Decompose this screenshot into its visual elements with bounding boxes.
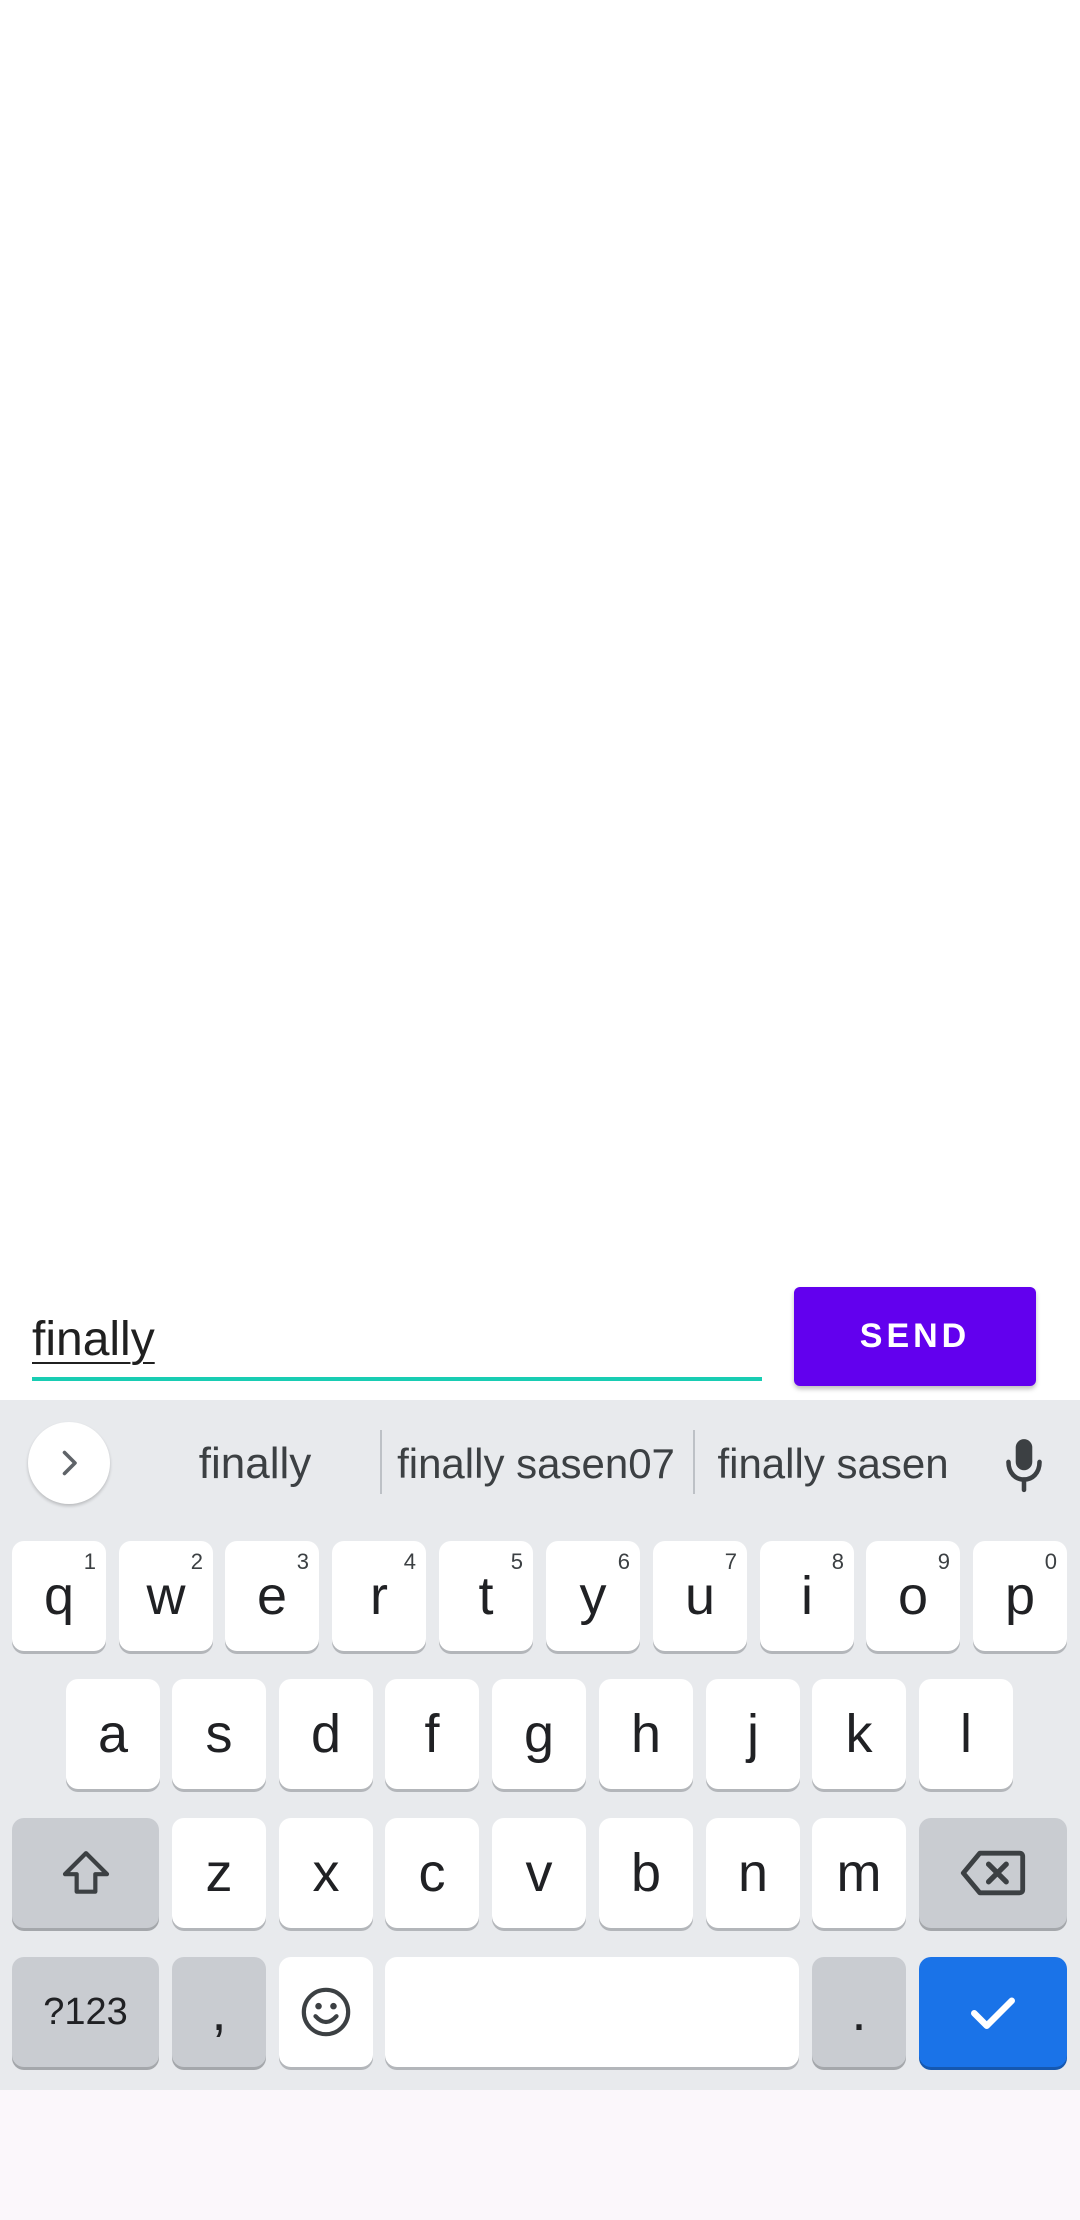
key-z[interactable]: z [172,1818,266,1928]
key-j[interactable]: j [706,1679,800,1789]
key-p[interactable]: p 0 [973,1541,1067,1651]
send-button[interactable]: SEND [794,1287,1036,1386]
emoji-key[interactable] [279,1957,373,2067]
key-i[interactable]: i 8 [760,1541,854,1651]
key-y[interactable]: y 6 [546,1541,640,1651]
key-label: p [1004,1566,1036,1626]
key-b[interactable]: b [599,1818,693,1928]
key-g[interactable]: g [492,1679,586,1789]
expand-toolbar-button[interactable] [28,1422,110,1504]
key-label: t [478,1566,494,1626]
message-composer: finally SEND [0,1270,1080,1400]
voice-input-button[interactable] [984,1428,1064,1500]
key-label: e [256,1566,288,1626]
period-key[interactable]: . [812,1957,906,2067]
key-u[interactable]: u 7 [653,1541,747,1651]
key-label: o [897,1566,929,1626]
key-e[interactable]: e 3 [225,1541,319,1651]
key-o[interactable]: o 9 [866,1541,960,1651]
backspace-key[interactable] [919,1818,1067,1928]
suggestion-divider [380,1430,382,1494]
key-label: w [146,1566,186,1626]
checkmark-icon [971,1997,1015,2029]
microphone-icon [1006,1439,1042,1493]
key-label: r [370,1566,388,1626]
comma-key[interactable]: , [172,1957,266,2067]
message-input-text: finally [32,1313,155,1366]
key-hint: 7 [724,1549,737,1574]
key-a[interactable]: a [66,1679,160,1789]
backspace-icon [960,1850,1026,1896]
key-label: i [801,1566,813,1626]
key-hint: 6 [617,1549,630,1574]
key-hint: 4 [403,1549,416,1574]
suggestion-3[interactable]: finally sasen [698,1400,968,1528]
key-hint: 8 [831,1549,844,1574]
spacebar-key[interactable] [385,1957,799,2067]
chevron-right-icon [62,1450,77,1476]
key-hint: 0 [1044,1549,1057,1574]
emoji-icon [301,1987,351,2037]
key-hint: 1 [83,1549,96,1574]
key-hint: 9 [937,1549,950,1574]
key-hint: 2 [190,1549,203,1574]
key-m[interactable]: m [812,1818,906,1928]
key-x[interactable]: x [279,1818,373,1928]
key-n[interactable]: n [706,1818,800,1928]
suggestion-strip: finally finally sasen07 finally sasen [0,1400,1080,1528]
suggestion-1[interactable]: finally [130,1400,380,1528]
key-w[interactable]: w 2 [119,1541,213,1651]
key-l[interactable]: l [919,1679,1013,1789]
key-c[interactable]: c [385,1818,479,1928]
suggestion-divider [693,1430,695,1494]
key-label: q [43,1566,75,1626]
key-label: y [579,1566,607,1626]
navigation-bar-area [0,2090,1080,2220]
key-k[interactable]: k [812,1679,906,1789]
key-r[interactable]: r 4 [332,1541,426,1651]
key-f[interactable]: f [385,1679,479,1789]
shift-icon [62,1851,109,1894]
key-label: u [684,1566,716,1626]
message-input[interactable]: finally [32,1310,762,1370]
shift-key[interactable] [12,1818,159,1928]
key-s[interactable]: s [172,1679,266,1789]
key-v[interactable]: v [492,1818,586,1928]
key-hint: 5 [510,1549,523,1574]
input-focus-underline [32,1377,762,1381]
soft-keyboard: finally finally sasen07 finally sasen q … [0,1400,1080,2090]
enter-key[interactable] [919,1957,1067,2067]
key-d[interactable]: d [279,1679,373,1789]
symbols-key[interactable]: ?123 [12,1957,159,2067]
key-hint: 3 [296,1549,309,1574]
suggestion-2[interactable]: finally sasen07 [384,1400,688,1528]
key-q[interactable]: q 1 [12,1541,106,1651]
key-t[interactable]: t 5 [439,1541,533,1651]
key-h[interactable]: h [599,1679,693,1789]
